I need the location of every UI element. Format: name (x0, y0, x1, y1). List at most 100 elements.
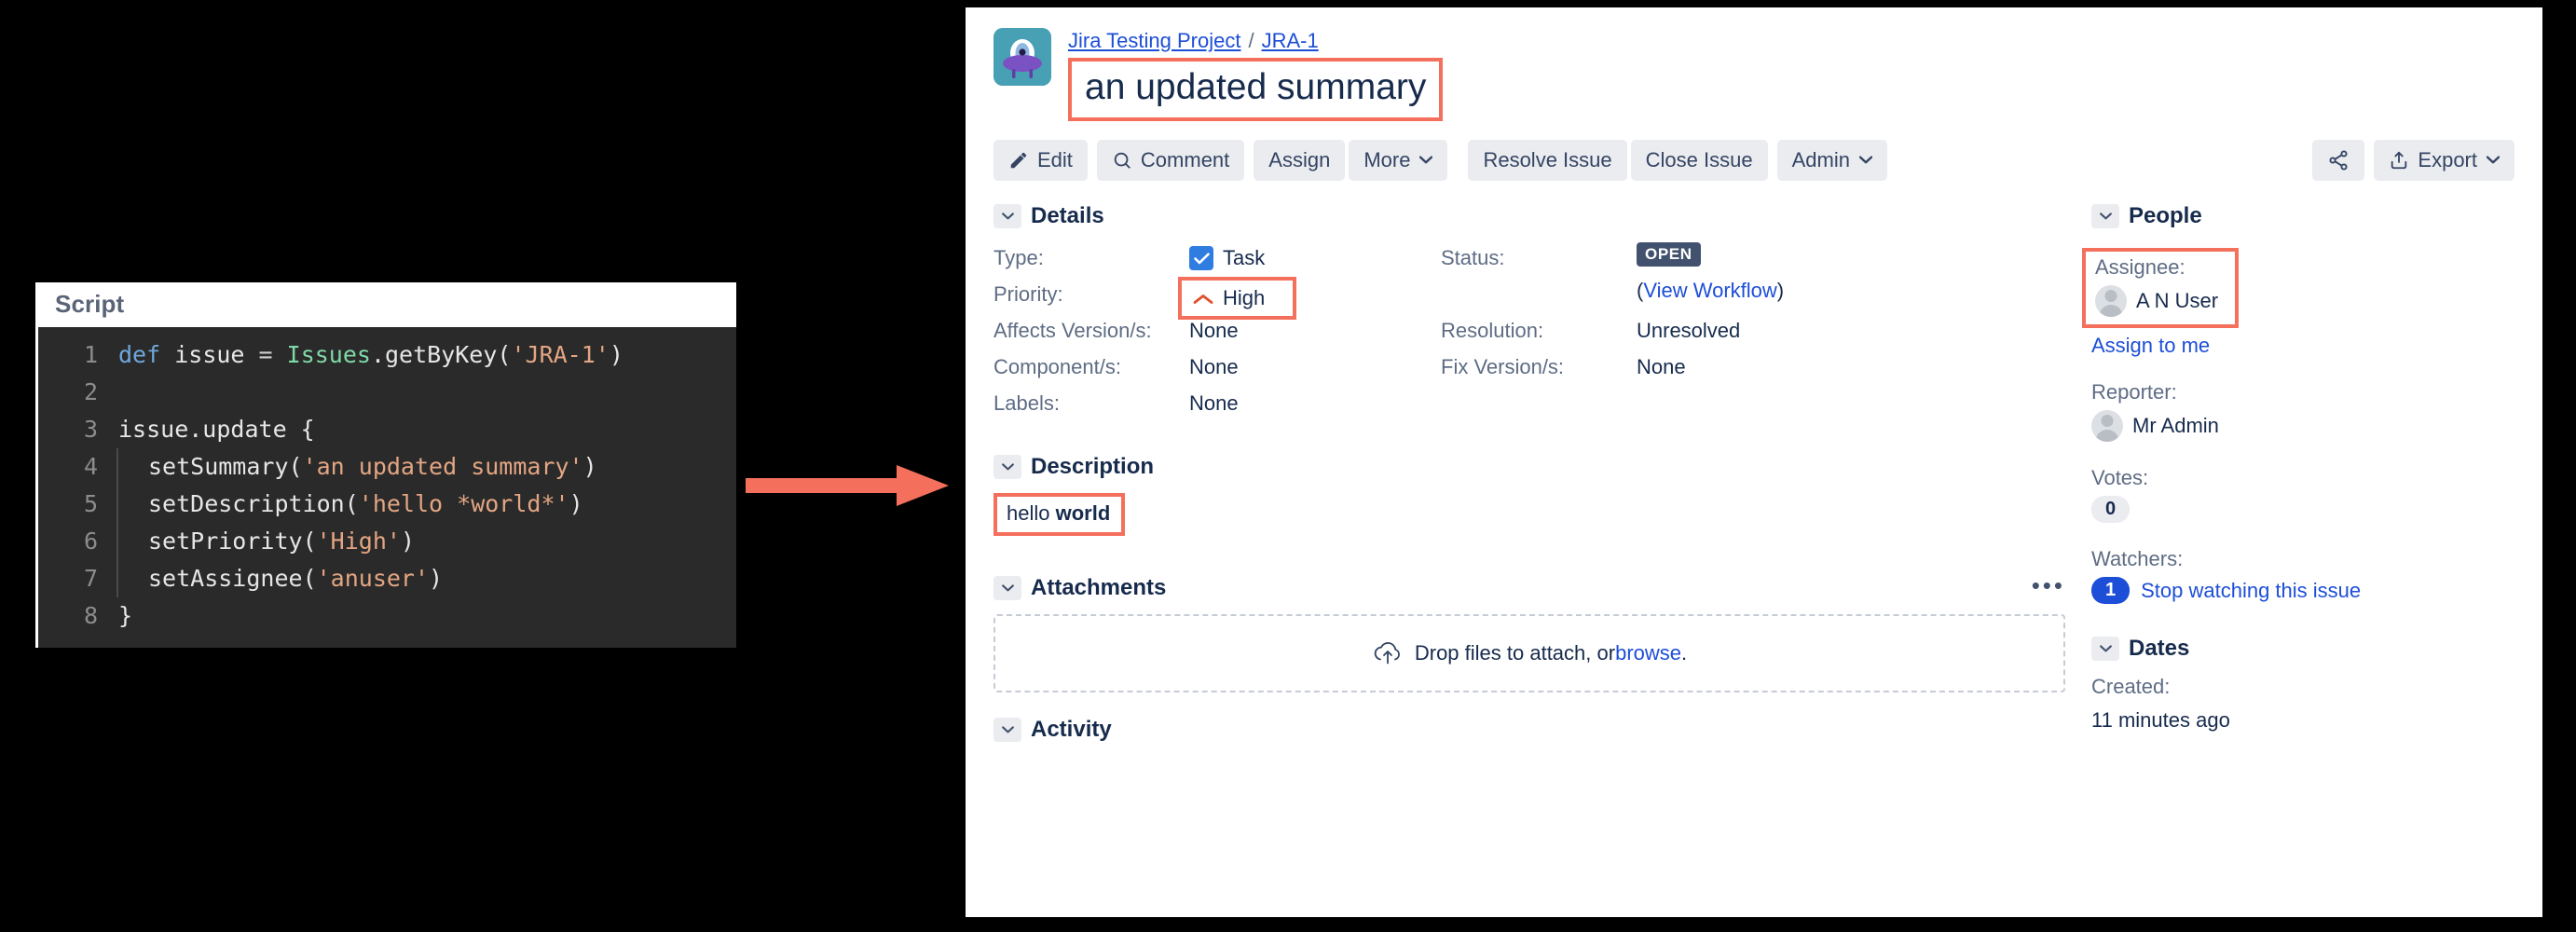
view-workflow-link[interactable]: View Workflow (1643, 279, 1776, 302)
assignee-value[interactable]: A N User (2095, 285, 2218, 317)
labels-label: Labels: (993, 391, 1060, 415)
chevron-down-icon[interactable] (993, 204, 1021, 228)
status-badge[interactable]: OPEN (1637, 242, 1701, 267)
reporter-name: Mr Admin (2132, 414, 2219, 437)
people-section-header: People (2091, 203, 2514, 229)
attachments-section-title: Attachments (1031, 575, 1167, 600)
detail-row-fix-version: Fix Version/s: None (1441, 351, 1888, 388)
code-line: 4 setSummary('an updated summary') (38, 448, 736, 486)
votes-count-badge[interactable]: 0 (2091, 496, 2131, 523)
chevron-down-icon[interactable] (993, 455, 1021, 479)
details-left-column: Type: Task Priority: High Affects Versio… (993, 242, 1441, 424)
stop-watching-link[interactable]: Stop watching this issue (2141, 579, 2361, 603)
code-line-number: 3 (83, 416, 98, 443)
detail-row-labels: Labels: None (993, 388, 1441, 424)
code-token: ) (569, 490, 583, 517)
code-token: = (258, 341, 287, 368)
code-line: 5 setDescription('hello *world*') (38, 486, 736, 523)
code-line: 8} (38, 597, 736, 635)
issue-main-column: Details Type: Task Priority: High Affect… (993, 203, 2065, 756)
people-section-title: People (2129, 203, 2202, 228)
code-line: 6 setPriority('High') (38, 523, 736, 560)
type-value[interactable]: Task (1189, 242, 1265, 274)
watchers-label: Watchers: (2091, 547, 2184, 570)
code-line: 1 def issue = Issues.getByKey('JRA-1') (38, 336, 736, 374)
close-issue-label: Close Issue (1645, 148, 1753, 171)
code-token: ) (400, 528, 415, 555)
attachments-section-header: Attachments ••• (993, 573, 2065, 601)
reporter-label: Reporter: (2091, 380, 2177, 404)
arrow-head (897, 465, 949, 506)
issue-body: Details Type: Task Priority: High Affect… (993, 203, 2514, 756)
attachments-dropzone[interactable]: Drop files to attach, or browse. (993, 614, 2065, 692)
dates-section-header: Dates (2091, 636, 2514, 662)
components-label: Component/s: (993, 355, 1121, 378)
attachments-more-menu-icon[interactable]: ••• (2032, 573, 2065, 597)
dates-section-title: Dates (2129, 636, 2190, 661)
code-token: ) (429, 565, 444, 592)
chevron-down-icon (2486, 152, 2501, 169)
issue-summary-highlight: an updated summary (1068, 58, 1444, 121)
code-token: setPriority( (148, 528, 317, 555)
detail-row-resolution: Resolution: Unresolved (1441, 315, 1888, 351)
code-line: 3 issue.update { (38, 411, 736, 448)
code-line-number: 1 (83, 341, 98, 368)
code-token: } (118, 602, 133, 629)
reporter-value[interactable]: Mr Admin (2091, 410, 2514, 442)
status-value: OPEN (1637, 242, 1701, 267)
task-checkbox-icon (1189, 246, 1213, 270)
code-line-text: setPriority('High') (116, 523, 415, 560)
type-value-label: Task (1223, 246, 1266, 269)
code-token: def (118, 341, 175, 368)
share-button[interactable] (2312, 140, 2365, 181)
edit-button[interactable]: Edit (993, 140, 1088, 181)
code-token: 'an updated summary' (302, 453, 583, 480)
watchers-count-badge[interactable]: 1 (2091, 577, 2131, 604)
description-section-header: Description (993, 454, 2065, 480)
breadcrumb: Jira Testing Project / JRA-1 (1068, 28, 1443, 54)
chevron-down-icon[interactable] (993, 576, 1021, 600)
votes-label: Votes: (2091, 466, 2149, 489)
resolve-issue-button[interactable]: Resolve Issue (1468, 140, 1627, 181)
fix-version-label: Fix Version/s: (1441, 355, 1565, 378)
code-line-text: def issue = Issues.getByKey('JRA-1') (118, 336, 623, 374)
admin-button[interactable]: Admin (1776, 140, 1887, 181)
breadcrumb-issue-link[interactable]: JRA-1 (1262, 29, 1319, 52)
details-right-column: Status: OPEN (View Workflow) Resolution:… (1441, 242, 1888, 424)
resolve-issue-label: Resolve Issue (1483, 148, 1612, 171)
watchers-value: 1 Stop watching this issue (2091, 577, 2514, 604)
jira-issue-panel: Jira Testing Project / JRA-1 an updated su… (966, 7, 2542, 917)
priority-value[interactable]: High (1223, 282, 1265, 314)
priority-highlight: High (1178, 277, 1297, 320)
details-grid: Type: Task Priority: High Affects Versio… (993, 242, 2065, 424)
breadcrumb-project-link[interactable]: Jira Testing Project (1068, 29, 1240, 52)
share-icon (2327, 149, 2350, 171)
more-button-label: More (1363, 148, 1411, 171)
dropzone-period: . (1681, 641, 1688, 665)
description-section-title: Description (1031, 454, 1155, 479)
chevron-down-icon[interactable] (993, 718, 1021, 742)
assign-button[interactable]: Assign (1254, 140, 1346, 181)
project-avatar-icon (993, 28, 1051, 86)
code-line-text: setSummary('an updated summary') (116, 448, 597, 486)
code-editor[interactable]: 1 def issue = Issues.getByKey('JRA-1') 2 3 i… (38, 327, 736, 648)
edit-button-label: Edit (1037, 148, 1073, 171)
comment-button[interactable]: Comment (1096, 140, 1245, 181)
description-highlight: hello world (993, 493, 1126, 536)
assign-to-me-link[interactable]: Assign to me (2091, 334, 2210, 358)
chevron-down-icon[interactable] (2091, 204, 2119, 228)
export-button[interactable]: Export (2374, 140, 2514, 181)
chevron-down-icon[interactable] (2091, 637, 2119, 661)
code-line-number: 2 (83, 378, 98, 405)
close-issue-button[interactable]: Close Issue (1630, 140, 1768, 181)
detail-row-status: Status: OPEN (1441, 242, 1888, 279)
more-button[interactable]: More (1349, 140, 1448, 181)
export-icon (2389, 150, 2409, 171)
code-line-text: } (118, 597, 132, 635)
workflow-value: (View Workflow) (1637, 279, 1784, 303)
affects-version-label: Affects Version/s: (993, 319, 1152, 342)
browse-link[interactable]: browse (1615, 641, 1681, 665)
code-token: issue (174, 341, 259, 368)
avatar (2091, 410, 2123, 442)
code-line-number: 4 (83, 453, 98, 480)
